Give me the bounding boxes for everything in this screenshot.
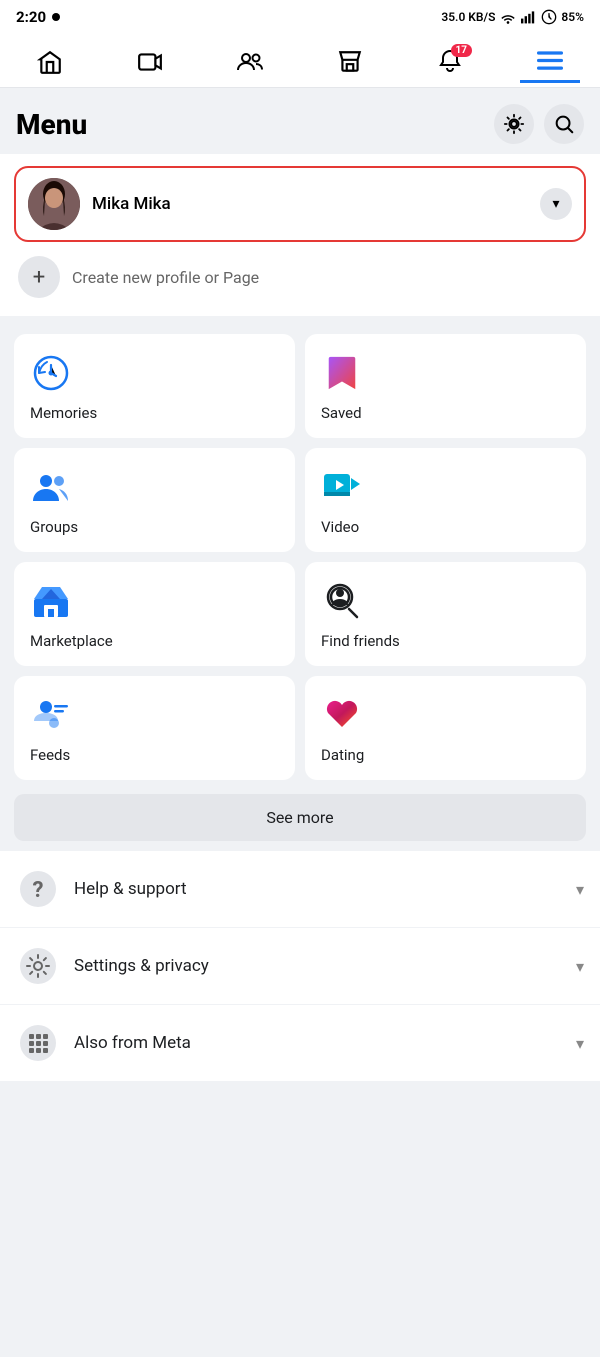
gear-icon bbox=[503, 113, 525, 135]
page-header: Menu bbox=[0, 90, 600, 154]
profile-card[interactable]: Mika Mika ▾ bbox=[14, 166, 586, 242]
settings-privacy-row[interactable]: Settings & privacy ▾ bbox=[0, 928, 600, 1005]
status-left: 2:20 bbox=[16, 8, 60, 26]
wifi-icon bbox=[499, 10, 517, 24]
memories-label: Memories bbox=[30, 404, 97, 422]
see-more-button[interactable]: See more bbox=[14, 794, 586, 841]
find-friends-icon bbox=[321, 580, 363, 622]
friends-icon bbox=[236, 48, 264, 76]
profile-dropdown-button[interactable]: ▾ bbox=[540, 188, 572, 220]
settings-privacy-icon bbox=[16, 944, 60, 988]
saved-icon bbox=[321, 352, 363, 394]
status-battery: 85% bbox=[561, 10, 584, 24]
meta-icon bbox=[16, 1021, 60, 1065]
bottom-section: ? Help & support ▾ Settings & privacy ▾ bbox=[0, 851, 600, 1081]
nav-notifications[interactable]: 17 bbox=[420, 42, 480, 82]
groups-label: Groups bbox=[30, 518, 78, 536]
status-time: 2:20 bbox=[16, 8, 46, 26]
also-from-meta-label: Also from Meta bbox=[74, 1033, 576, 1053]
video-nav-icon bbox=[136, 48, 164, 76]
status-dot bbox=[52, 13, 60, 21]
video-menu-icon bbox=[321, 466, 363, 508]
store-icon bbox=[336, 48, 364, 76]
profile-name: Mika Mika bbox=[92, 194, 540, 214]
menu-item-memories[interactable]: Memories bbox=[14, 334, 295, 438]
marketplace-label: Marketplace bbox=[30, 632, 113, 650]
saved-label: Saved bbox=[321, 404, 362, 422]
also-from-meta-row[interactable]: Also from Meta ▾ bbox=[0, 1005, 600, 1081]
status-right: 35.0 KB/S 85% bbox=[441, 9, 584, 25]
memories-icon bbox=[30, 352, 72, 394]
video-label: Video bbox=[321, 518, 359, 536]
status-signal: 35.0 KB/S bbox=[441, 10, 495, 24]
meta-chevron-icon: ▾ bbox=[576, 1034, 584, 1053]
nav-menu[interactable] bbox=[520, 40, 580, 83]
search-button[interactable] bbox=[544, 104, 584, 144]
marketplace-icon bbox=[30, 580, 72, 622]
menu-item-feeds[interactable]: Feeds bbox=[14, 676, 295, 780]
avatar-image bbox=[28, 178, 80, 230]
feeds-label: Feeds bbox=[30, 746, 70, 764]
home-icon bbox=[36, 48, 64, 76]
profile-section: Mika Mika ▾ + Create new profile or Page bbox=[0, 154, 600, 316]
hamburger-icon bbox=[536, 46, 564, 74]
nav-home[interactable] bbox=[20, 42, 80, 82]
menu-item-dating[interactable]: Dating bbox=[305, 676, 586, 780]
plus-icon: + bbox=[18, 256, 60, 298]
avatar-silhouette-svg bbox=[28, 178, 80, 230]
help-support-row[interactable]: ? Help & support ▾ bbox=[0, 851, 600, 928]
svg-text:?: ? bbox=[33, 878, 44, 903]
settings-button[interactable] bbox=[494, 104, 534, 144]
nav-store[interactable] bbox=[320, 42, 380, 82]
nav-video[interactable] bbox=[120, 42, 180, 82]
avatar bbox=[28, 178, 80, 230]
create-profile-label: Create new profile or Page bbox=[72, 268, 259, 287]
status-bar: 2:20 35.0 KB/S 85% bbox=[0, 0, 600, 32]
feeds-icon bbox=[30, 694, 72, 736]
nav-bar: 17 bbox=[0, 32, 600, 88]
create-profile-row[interactable]: + Create new profile or Page bbox=[14, 250, 586, 304]
menu-grid: Memories Saved bbox=[0, 324, 600, 790]
menu-item-marketplace[interactable]: Marketplace bbox=[14, 562, 295, 666]
header-icons bbox=[494, 104, 584, 144]
help-icon: ? bbox=[16, 867, 60, 911]
groups-icon bbox=[30, 466, 72, 508]
page-title: Menu bbox=[16, 108, 87, 141]
search-icon bbox=[553, 113, 575, 135]
help-chevron-icon: ▾ bbox=[576, 880, 584, 899]
menu-item-find-friends[interactable]: Find friends bbox=[305, 562, 586, 666]
help-support-label: Help & support bbox=[74, 879, 576, 899]
signal-icon bbox=[521, 10, 537, 24]
find-friends-label: Find friends bbox=[321, 632, 400, 650]
menu-item-groups[interactable]: Groups bbox=[14, 448, 295, 552]
settings-chevron-icon: ▾ bbox=[576, 957, 584, 976]
notification-badge: 17 bbox=[451, 44, 472, 57]
battery-clock-icon bbox=[541, 9, 557, 25]
nav-friends[interactable] bbox=[220, 42, 280, 82]
dating-label: Dating bbox=[321, 746, 364, 764]
settings-privacy-label: Settings & privacy bbox=[74, 956, 576, 976]
dating-icon bbox=[321, 694, 363, 736]
menu-item-saved[interactable]: Saved bbox=[305, 334, 586, 438]
menu-item-video[interactable]: Video bbox=[305, 448, 586, 552]
